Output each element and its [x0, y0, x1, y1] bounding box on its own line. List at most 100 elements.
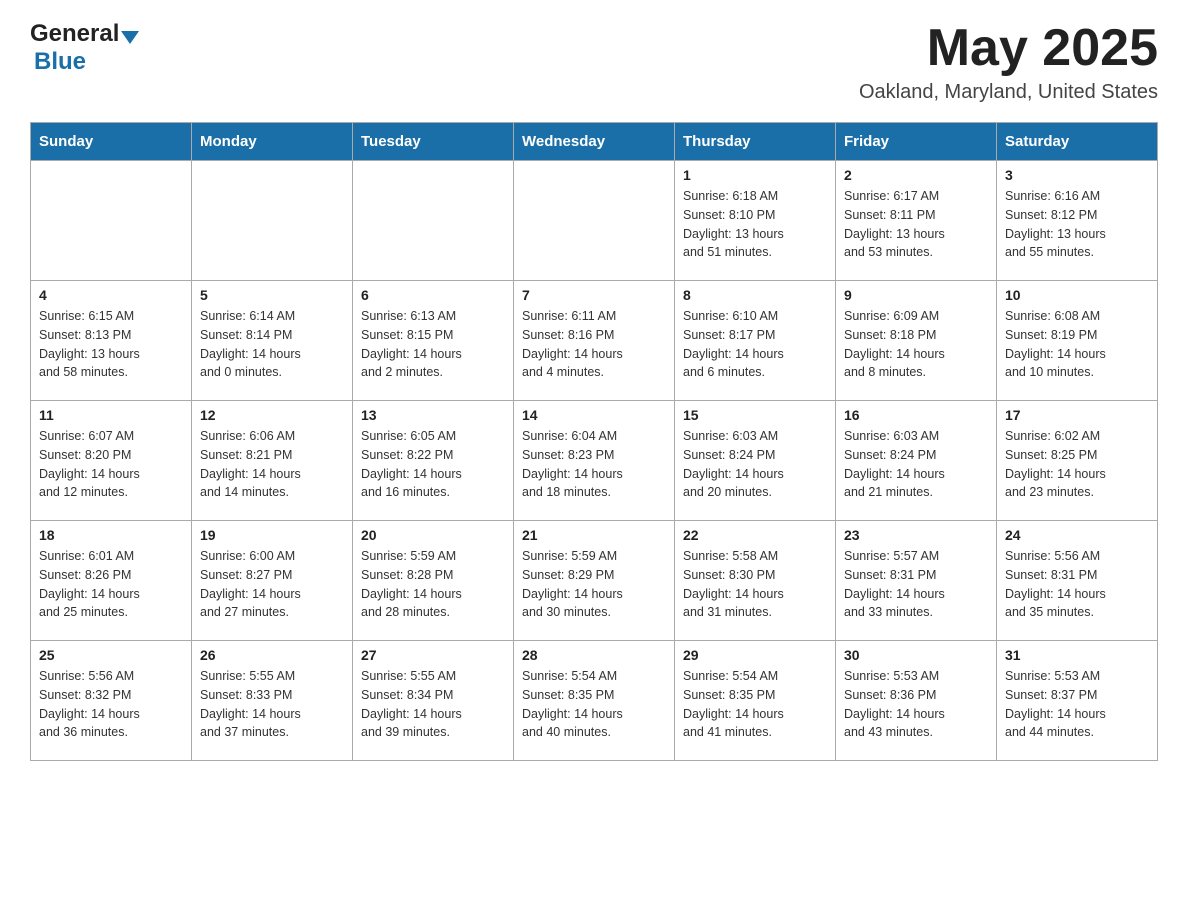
- calendar-cell: 13Sunrise: 6:05 AM Sunset: 8:22 PM Dayli…: [353, 401, 514, 521]
- day-info: Sunrise: 6:06 AM Sunset: 8:21 PM Dayligh…: [200, 427, 344, 502]
- logo-row1: General: [30, 20, 139, 48]
- calendar-header-monday: Monday: [192, 123, 353, 161]
- day-number: 30: [844, 647, 988, 663]
- day-info: Sunrise: 6:07 AM Sunset: 8:20 PM Dayligh…: [39, 427, 183, 502]
- day-info: Sunrise: 5:59 AM Sunset: 8:29 PM Dayligh…: [522, 547, 666, 622]
- logo-arrow-icon: [121, 31, 139, 44]
- day-info: Sunrise: 6:03 AM Sunset: 8:24 PM Dayligh…: [683, 427, 827, 502]
- calendar-cell: 11 Sunrise: 6:07 AM Sunset: 8:20 PM Dayli…: [31, 401, 192, 521]
- calendar-cell: 21 Sunrise: 5:59 AM Sunset: 8:29 PM Dayli…: [514, 521, 675, 641]
- day-info: Sunrise: 6:16 AM Sunset: 8:12 PM Dayligh…: [1005, 187, 1149, 262]
- day-info: Sunrise: 6:01 AM Sunset: 8:26 PM Dayligh…: [39, 547, 183, 622]
- calendar-week-row: 1 Sunrise: 6:18 AM Sunset: 8:10 PM Daylig…: [31, 161, 1158, 281]
- month-title: May 2025: [859, 20, 1158, 77]
- day-info: Sunrise: 6:11 AM Sunset: 8:16 PM Dayligh…: [522, 307, 666, 382]
- day-number: 17: [1005, 407, 1149, 423]
- day-number: 1: [683, 167, 827, 183]
- day-number: 29: [683, 647, 827, 663]
- logo: General Blue: [30, 20, 139, 76]
- title-section: May 2025 Oakland, Maryland, United State…: [859, 20, 1158, 104]
- day-number: 15: [683, 407, 827, 423]
- day-info: Sunrise: 6:04 AM Sunset: 8:23 PM Dayligh…: [522, 427, 666, 502]
- calendar-cell: 17Sunrise: 6:02 AM Sunset: 8:25 PM Dayli…: [997, 401, 1158, 521]
- calendar-header-thursday: Thursday: [675, 123, 836, 161]
- calendar-cell: 2 Sunrise: 6:17 AM Sunset: 8:11 PM Daylig…: [836, 161, 997, 281]
- day-info: Sunrise: 6:17 AM Sunset: 8:11 PM Dayligh…: [844, 187, 988, 262]
- day-number: 27: [361, 647, 505, 663]
- calendar-cell: 6 Sunrise: 6:13 AM Sunset: 8:15 PM Daylig…: [353, 281, 514, 401]
- day-info: Sunrise: 6:00 AM Sunset: 8:27 PM Dayligh…: [200, 547, 344, 622]
- day-info: Sunrise: 6:08 AM Sunset: 8:19 PM Dayligh…: [1005, 307, 1149, 382]
- day-number: 20: [361, 527, 505, 543]
- calendar-header-row: SundayMondayTuesdayWednesdayThursdayFrid…: [31, 123, 1158, 161]
- day-info: Sunrise: 5:59 AM Sunset: 8:28 PM Dayligh…: [361, 547, 505, 622]
- calendar-cell: 24Sunrise: 5:56 AM Sunset: 8:31 PM Dayli…: [997, 521, 1158, 641]
- day-number: 8: [683, 287, 827, 303]
- day-info: Sunrise: 5:56 AM Sunset: 8:32 PM Dayligh…: [39, 667, 183, 742]
- day-info: Sunrise: 5:55 AM Sunset: 8:34 PM Dayligh…: [361, 667, 505, 742]
- day-number: 4: [39, 287, 183, 303]
- calendar-cell: 15 Sunrise: 6:03 AM Sunset: 8:24 PM Dayli…: [675, 401, 836, 521]
- day-number: 19: [200, 527, 344, 543]
- day-info: Sunrise: 6:09 AM Sunset: 8:18 PM Dayligh…: [844, 307, 988, 382]
- day-info: Sunrise: 5:53 AM Sunset: 8:36 PM Dayligh…: [844, 667, 988, 742]
- day-number: 12: [200, 407, 344, 423]
- calendar-cell: 10 Sunrise: 6:08 AM Sunset: 8:19 PM Dayli…: [997, 281, 1158, 401]
- day-number: 10: [1005, 287, 1149, 303]
- day-info: Sunrise: 5:57 AM Sunset: 8:31 PM Dayligh…: [844, 547, 988, 622]
- calendar-cell: 16 Sunrise: 6:03 AM Sunset: 8:24 PM Dayli…: [836, 401, 997, 521]
- calendar-cell: 4 Sunrise: 6:15 AM Sunset: 8:13 PM Daylig…: [31, 281, 192, 401]
- day-info: Sunrise: 6:14 AM Sunset: 8:14 PM Dayligh…: [200, 307, 344, 382]
- calendar-cell: 1 Sunrise: 6:18 AM Sunset: 8:10 PM Daylig…: [675, 161, 836, 281]
- calendar-week-row: 11 Sunrise: 6:07 AM Sunset: 8:20 PM Dayli…: [31, 401, 1158, 521]
- calendar-cell: [514, 161, 675, 281]
- day-number: 14: [522, 407, 666, 423]
- calendar-cell: 20 Sunrise: 5:59 AM Sunset: 8:28 PM Dayli…: [353, 521, 514, 641]
- calendar-cell: 29 Sunrise: 5:54 AM Sunset: 8:35 PM Dayli…: [675, 641, 836, 761]
- day-info: Sunrise: 6:18 AM Sunset: 8:10 PM Dayligh…: [683, 187, 827, 262]
- day-info: Sunrise: 6:15 AM Sunset: 8:13 PM Dayligh…: [39, 307, 183, 382]
- calendar-header-saturday: Saturday: [997, 123, 1158, 161]
- calendar-cell: 23Sunrise: 5:57 AM Sunset: 8:31 PM Dayli…: [836, 521, 997, 641]
- day-number: 11: [39, 407, 183, 423]
- logo-general-text: General: [30, 20, 119, 48]
- day-number: 3: [1005, 167, 1149, 183]
- day-number: 9: [844, 287, 988, 303]
- calendar-cell: 31Sunrise: 5:53 AM Sunset: 8:37 PM Dayli…: [997, 641, 1158, 761]
- calendar-cell: 22 Sunrise: 5:58 AM Sunset: 8:30 PM Dayli…: [675, 521, 836, 641]
- day-number: 22: [683, 527, 827, 543]
- day-info: Sunrise: 5:54 AM Sunset: 8:35 PM Dayligh…: [522, 667, 666, 742]
- calendar-cell: 30 Sunrise: 5:53 AM Sunset: 8:36 PM Dayli…: [836, 641, 997, 761]
- calendar-cell: 12 Sunrise: 6:06 AM Sunset: 8:21 PM Dayli…: [192, 401, 353, 521]
- day-number: 2: [844, 167, 988, 183]
- day-number: 16: [844, 407, 988, 423]
- calendar-cell: 19 Sunrise: 6:00 AM Sunset: 8:27 PM Dayli…: [192, 521, 353, 641]
- calendar-week-row: 18 Sunrise: 6:01 AM Sunset: 8:26 PM Dayli…: [31, 521, 1158, 641]
- calendar-header-tuesday: Tuesday: [353, 123, 514, 161]
- day-number: 7: [522, 287, 666, 303]
- calendar-header-friday: Friday: [836, 123, 997, 161]
- day-info: Sunrise: 6:03 AM Sunset: 8:24 PM Dayligh…: [844, 427, 988, 502]
- calendar-cell: 3 Sunrise: 6:16 AM Sunset: 8:12 PM Daylig…: [997, 161, 1158, 281]
- calendar-cell: 9 Sunrise: 6:09 AM Sunset: 8:18 PM Daylig…: [836, 281, 997, 401]
- calendar-table: SundayMondayTuesdayWednesdayThursdayFrid…: [30, 122, 1158, 761]
- day-number: 18: [39, 527, 183, 543]
- calendar-cell: 18 Sunrise: 6:01 AM Sunset: 8:26 PM Dayli…: [31, 521, 192, 641]
- calendar-header-wednesday: Wednesday: [514, 123, 675, 161]
- calendar-cell: 26Sunrise: 5:55 AM Sunset: 8:33 PM Dayli…: [192, 641, 353, 761]
- day-number: 6: [361, 287, 505, 303]
- calendar-cell: 14 Sunrise: 6:04 AM Sunset: 8:23 PM Dayli…: [514, 401, 675, 521]
- day-info: Sunrise: 6:13 AM Sunset: 8:15 PM Dayligh…: [361, 307, 505, 382]
- day-info: Sunrise: 5:54 AM Sunset: 8:35 PM Dayligh…: [683, 667, 827, 742]
- day-number: 21: [522, 527, 666, 543]
- calendar-cell: 5 Sunrise: 6:14 AM Sunset: 8:14 PM Daylig…: [192, 281, 353, 401]
- calendar-cell: [31, 161, 192, 281]
- page-header: General Blue May 2025 Oakland, Maryland,…: [30, 20, 1158, 104]
- calendar-cell: 8Sunrise: 6:10 AM Sunset: 8:17 PM Daylig…: [675, 281, 836, 401]
- location-title: Oakland, Maryland, United States: [859, 81, 1158, 104]
- logo-blue-text: Blue: [30, 48, 139, 76]
- calendar-cell: 27 Sunrise: 5:55 AM Sunset: 8:34 PM Dayli…: [353, 641, 514, 761]
- day-info: Sunrise: 5:58 AM Sunset: 8:30 PM Dayligh…: [683, 547, 827, 622]
- day-number: 5: [200, 287, 344, 303]
- day-number: 25: [39, 647, 183, 663]
